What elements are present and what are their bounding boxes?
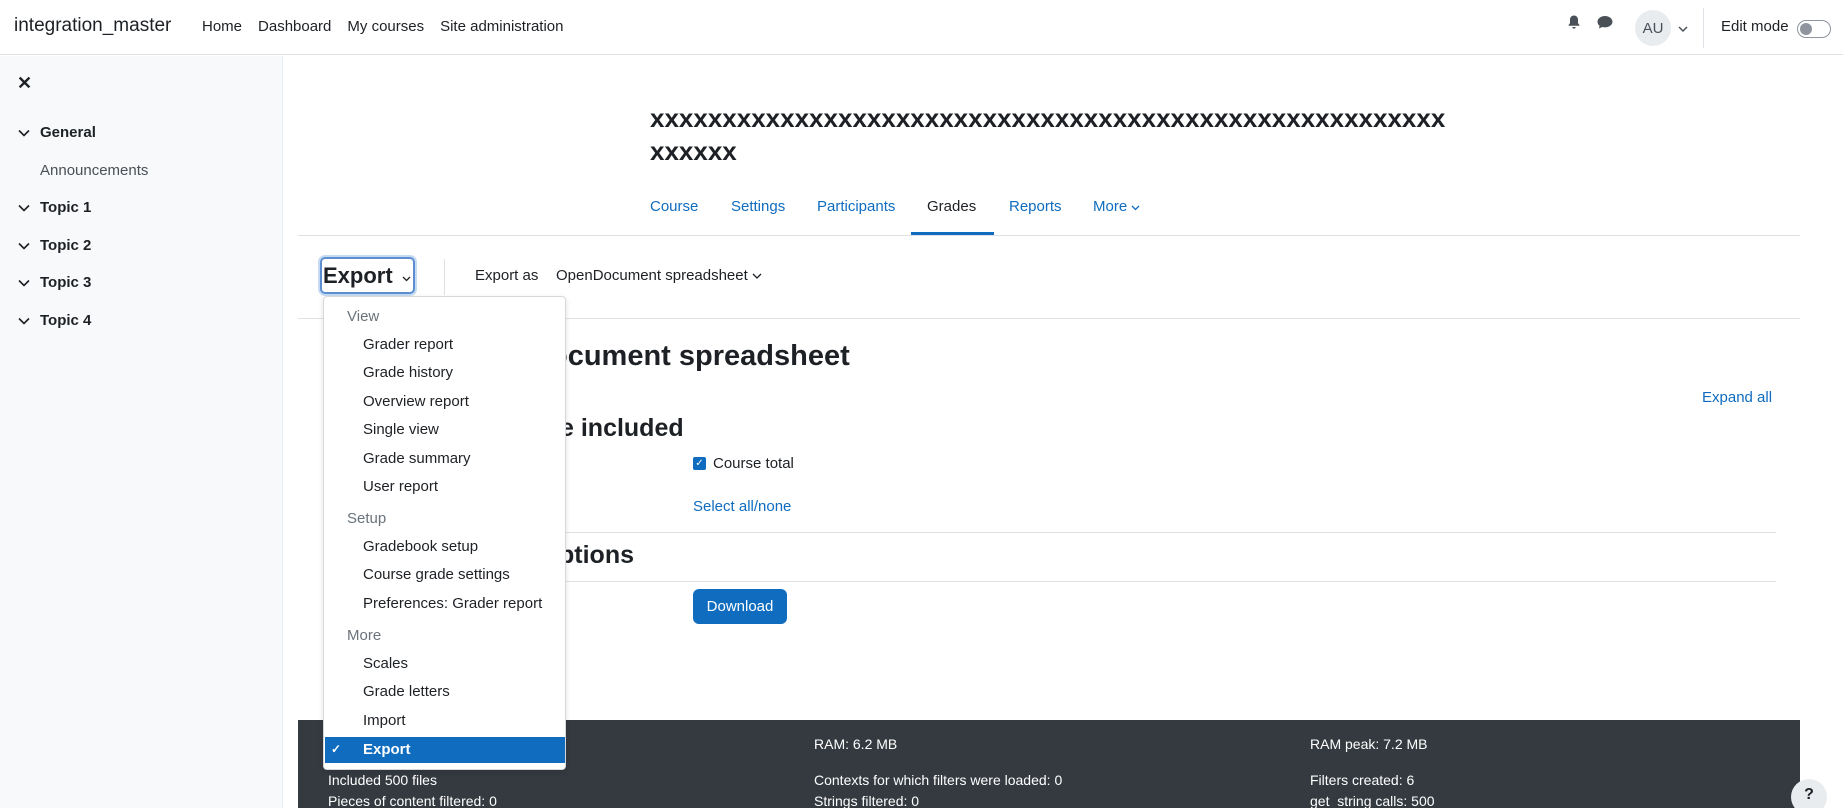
tab-more-label: More [1093,198,1128,215]
menu-item-export[interactable]: ✓ Export [325,737,565,763]
nav-my-courses[interactable]: My courses [347,18,424,35]
menu-item-grade-letters[interactable]: Grade letters [363,683,450,700]
menu-item-import[interactable]: Import [363,712,406,729]
edit-mode-toggle[interactable] [1797,20,1831,38]
course-total-option[interactable]: ✓ Course total [693,455,794,472]
toggle-knob [1800,23,1812,35]
footer-filters-created: Filters created: 6 [1310,772,1415,788]
chevron-down-icon[interactable] [18,274,40,291]
nav-home[interactable]: Home [202,18,242,35]
section-topic-2[interactable]: Topic 2 [18,237,91,254]
section-label: Topic 4 [40,312,92,329]
gradebook-navigation-menu: View Grader report Grade history Overvie… [323,296,566,770]
course-index-drawer: ✕ General Announcements Topic 1 Topic 2 … [0,56,283,808]
tab-settings[interactable]: Settings [731,198,785,215]
check-icon: ✓ [331,742,342,756]
menu-item-grade-summary[interactable]: Grade summary [363,450,471,467]
items-section-heading: e included [560,414,684,442]
nav-site-administration[interactable]: Site administration [440,18,563,35]
chevron-down-icon[interactable] [18,312,40,329]
section-label: Topic 2 [40,237,92,254]
tab-grades[interactable]: Grades [927,198,976,215]
tertiary-divider [444,259,445,295]
expand-all-link[interactable]: Expand all [1702,389,1772,406]
chevron-down-icon[interactable] [1678,20,1688,37]
menu-item-scales[interactable]: Scales [363,655,408,672]
drawer-item-announcements[interactable]: Announcements [40,162,148,179]
check-icon: ✓ [695,458,704,469]
menu-item-single-view[interactable]: Single view [363,421,439,438]
section-topic-3[interactable]: Topic 3 [18,274,91,291]
page-heading: ocument spreadsheet [550,340,850,372]
chat-icon[interactable] [1596,14,1614,34]
section-topic-4[interactable]: Topic 4 [18,312,91,329]
menu-item-export-label: Export [363,741,411,758]
menu-group-view: View [347,308,380,325]
chevron-down-icon [1131,198,1140,215]
section-divider [558,581,1776,582]
footer-contexts: Contexts for which filters were loaded: … [814,772,1063,788]
chevron-down-icon [402,270,411,285]
bell-icon[interactable] [1566,14,1582,34]
tab-more[interactable]: More [1093,198,1140,215]
course-total-checkbox[interactable]: ✓ [693,457,706,470]
close-icon[interactable]: ✕ [17,73,32,94]
menu-item-overview-report[interactable]: Overview report [363,393,469,410]
menu-item-gradebook-setup[interactable]: Gradebook setup [363,538,478,555]
selector-label: Export [323,263,393,288]
avatar[interactable]: AU [1635,10,1671,46]
menu-item-preferences-grader-report[interactable]: Preferences: Grader report [363,595,542,612]
tab-reports[interactable]: Reports [1009,198,1062,215]
chevron-down-icon[interactable] [18,237,40,254]
navbar-divider [1703,8,1704,48]
footer-strings: Strings filtered: 0 [814,793,920,808]
section-general[interactable]: General [18,124,96,141]
course-title: xxxxxxxxxxxxxxxxxxxxxxxxxxxxxxxxxxxxxxxx… [650,103,1446,166]
menu-item-course-grade-settings[interactable]: Course grade settings [363,566,510,583]
menu-item-grade-history[interactable]: Grade history [363,364,453,381]
chevron-down-icon [752,267,762,284]
gradebook-navigation-selector[interactable]: Export [320,257,415,294]
tab-course[interactable]: Course [650,198,698,215]
course-total-label: Course total [713,455,794,472]
footer-included: Included 500 files [328,772,437,788]
export-as-label: Export as [475,267,539,284]
help-icon[interactable]: ? [1791,779,1827,808]
menu-group-setup: Setup [347,510,387,527]
tab-participants[interactable]: Participants [817,198,895,215]
primary-navigation: Home Dashboard My courses Site administr… [202,18,564,35]
section-label: Topic 1 [40,199,92,216]
download-button[interactable]: Download [693,589,787,624]
section-topic-1[interactable]: Topic 1 [18,199,91,216]
footer-ram: RAM: 6.2 MB [814,736,898,752]
menu-item-user-report[interactable]: User report [363,478,438,495]
footer-get-string: get_string calls: 500 [1310,793,1435,808]
chevron-down-icon[interactable] [18,199,40,216]
nav-dashboard[interactable]: Dashboard [258,18,331,35]
top-navbar: integration_master Home Dashboard My cou… [0,0,1843,55]
site-brand[interactable]: integration_master [14,15,171,37]
section-divider [558,532,1776,533]
menu-item-grader-report[interactable]: Grader report [363,336,453,353]
select-all-none-link[interactable]: Select all/none [693,498,791,515]
section-label: General [40,124,96,141]
export-format-value: OpenDocument spreadsheet [556,267,748,284]
secondary-navigation: Course Settings Participants Grades Repo… [298,190,1800,236]
menu-group-more: More [347,627,382,644]
edit-mode-label: Edit mode [1721,18,1789,35]
footer-pieces: Pieces of content filtered: 0 [328,793,497,808]
footer-ram-peak: RAM peak: 7.2 MB [1310,736,1428,752]
active-tab-indicator [911,232,994,235]
options-section-heading: ptions [559,541,634,569]
section-label: Topic 3 [40,274,92,291]
chevron-down-icon[interactable] [18,124,40,141]
export-format-selector[interactable]: OpenDocument spreadsheet [556,267,762,284]
